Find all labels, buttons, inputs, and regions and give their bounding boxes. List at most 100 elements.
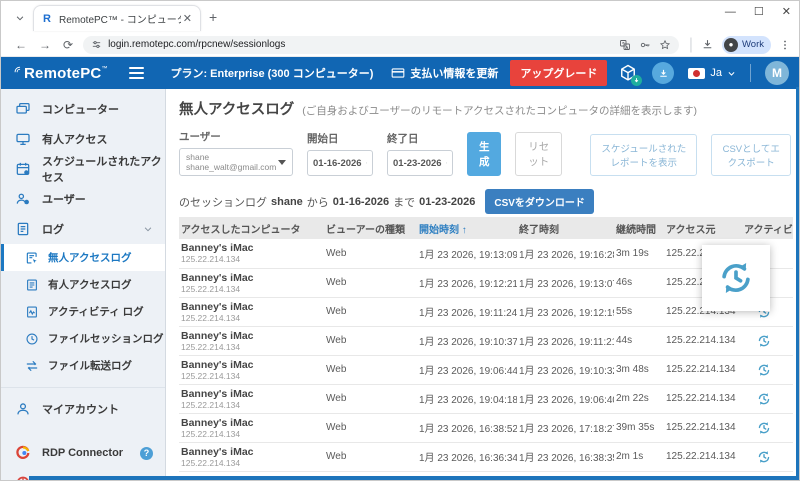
sidebar-item-attended-access[interactable]: 有人アクセス [1, 124, 165, 154]
update-billing-link[interactable]: 支払い情報を更新 [391, 65, 498, 81]
calendar-icon [16, 162, 30, 175]
profile-name: Work [742, 39, 764, 50]
end-date-input[interactable]: 01-23-2026 [387, 150, 453, 176]
activity-icon-popup[interactable] [702, 245, 770, 311]
download-badge-icon [631, 75, 643, 86]
logs-icon [17, 222, 29, 236]
user-select-dropdown[interactable]: shane shane_walt@gmail.com [179, 148, 293, 176]
sidebar-item-unattended-access-log[interactable]: 無人アクセスログ [1, 244, 165, 271]
address-bar[interactable]: login.remotepc.com/rpcnew/sessionlogs [83, 35, 679, 54]
browser-menu-icon[interactable] [779, 39, 791, 51]
browser-profile-button[interactable]: ● Work [722, 35, 771, 54]
computers-icon [16, 103, 30, 114]
rdp-help-icon[interactable]: ? [140, 446, 153, 460]
col-duration: 継続時間 [614, 217, 664, 239]
summary-user: shane [271, 195, 303, 208]
translate-icon[interactable] [619, 39, 631, 51]
table-row: Banney's iMac125.22.214.134 Web 1月 23 20… [179, 297, 793, 327]
menu-hamburger-icon[interactable] [129, 67, 145, 79]
back-icon[interactable]: ← [15, 38, 27, 52]
window-maximize-icon[interactable]: ☐ [754, 5, 764, 18]
remotepc-logo[interactable]: RemotePC ™ [13, 65, 107, 82]
account-person-icon [17, 403, 29, 415]
clock-icon [26, 332, 38, 345]
download-csv-button[interactable]: CSVをダウンロード [485, 189, 594, 214]
site-settings-icon[interactable] [91, 39, 102, 50]
table-row: Banney's iMac125.22.214.134 Web 1月 23 20… [179, 413, 793, 443]
sidebar-item-rdp-connector[interactable]: RDP Connector ? [1, 438, 165, 468]
rdp-connector-icon [16, 445, 30, 459]
start-date-input[interactable]: 01-16-2026 [307, 150, 373, 176]
activity-history-icon[interactable] [756, 449, 772, 465]
window-close-icon[interactable]: ✕ [782, 5, 791, 18]
download-app-button[interactable] [652, 62, 675, 84]
sidebar-item-activity-log[interactable]: アクティビティ ログ [1, 298, 165, 325]
activity-history-icon[interactable] [756, 420, 772, 436]
col-computer: アクセスしたコンピュータ [179, 217, 324, 239]
table-row: Banney's iMac125.22.214.134 Web 1月 23 20… [179, 326, 793, 356]
bookmark-star-icon[interactable] [659, 39, 671, 51]
page-bottom-edge-bar [29, 476, 799, 480]
browser-window: R RemotePC™ - コンピューター ✕ + — ☐ ✕ ← → ⟳ lo… [0, 0, 800, 481]
chevron-down-icon [144, 227, 152, 232]
chevron-down-icon [728, 71, 735, 76]
summary-from-date: 01-16-2026 [332, 195, 390, 208]
deploy-package-button[interactable] [618, 63, 643, 86]
export-csv-button[interactable]: CSVとしてエクスポート [711, 134, 792, 176]
new-tab-button[interactable]: + [209, 9, 217, 25]
col-viewer: ビューアーの種類 [324, 217, 417, 239]
app-header: RemotePC ™ プラン: Enterprise (300 コンピューター)… [1, 57, 799, 89]
window-minimize-icon[interactable]: — [725, 6, 736, 18]
users-icon [16, 193, 29, 205]
plan-label: プラン: Enterprise (300 コンピューター) [170, 68, 374, 80]
page-subtitle: (ご自身およびユーザーのリモートアクセスされたコンピュータの詳細を表示します) [302, 105, 698, 117]
sidebar-item-computers[interactable]: コンピューター [1, 94, 165, 124]
browser-tab[interactable]: R RemotePC™ - コンピューター ✕ [33, 5, 201, 31]
calendar-icon [445, 162, 447, 164]
sort-ascending-icon: ↑ [461, 224, 467, 236]
col-start-time[interactable]: 開始時刻 ↑ [417, 217, 517, 239]
sidebar-item-file-transfer-log[interactable]: ファイル転送ログ [1, 352, 165, 379]
col-end-time: 終了時刻 [517, 217, 614, 239]
sidebar-item-attended-access-log[interactable]: 有人アクセスログ [1, 271, 165, 298]
table-row: Banney's iMac125.22.214.134 Web 1月 23 20… [179, 355, 793, 385]
table-row: Banney's iMac125.22.214.134 Web 1月 23 20… [179, 384, 793, 414]
reset-button[interactable]: リセット [515, 132, 563, 176]
downloads-icon[interactable] [701, 38, 714, 51]
sidebar-item-file-session-log[interactable]: ファイルセッションログ [1, 325, 165, 352]
download-icon [660, 69, 667, 77]
sidebar-divider [1, 387, 165, 388]
user-avatar[interactable]: M [765, 61, 789, 85]
sidebar-item-users[interactable]: ユーザー [1, 184, 165, 214]
tab-close-icon[interactable]: ✕ [181, 12, 194, 25]
attended-access-icon [16, 133, 30, 145]
view-scheduled-reports-button[interactable]: スケジュールされたレポートを表示 [590, 134, 698, 176]
generate-button[interactable]: 生成 [467, 132, 502, 176]
language-label: Ja [710, 67, 722, 79]
sidebar-item-scheduled-access[interactable]: スケジュールされたアクセス [1, 154, 165, 184]
japan-flag-icon [688, 67, 706, 79]
activity-history-icon[interactable] [756, 391, 772, 407]
attended-log-icon [27, 278, 37, 291]
table-row: Banney's iMac125.22.214.134 Web 1月 23 20… [179, 442, 793, 472]
selected-user-email: shane_walt@gmail.com [186, 162, 277, 172]
table-row: Banney's iMac125.22.214.134 Web 1月 23 20… [179, 268, 793, 298]
browser-urlbar: ← → ⟳ login.remotepc.com/rpcnew/sessionl… [1, 33, 799, 57]
language-selector[interactable]: Ja [688, 67, 736, 79]
calendar-icon [365, 162, 367, 164]
main-content: 無人アクセスログ (ご自身およびユーザーのリモートアクセスされたコンピュータの詳… [167, 89, 799, 480]
password-key-icon[interactable] [639, 39, 651, 51]
selected-user-name: shane [186, 152, 210, 162]
sidebar-item-logs[interactable]: ログ [1, 214, 165, 244]
table-row: Banney's iMac125.22.214.134 Web 1月 23 20… [179, 239, 793, 269]
filter-bar: ユーザー shane shane_walt@gmail.com 開始日 01-1… [179, 129, 792, 176]
reload-icon[interactable]: ⟳ [63, 38, 73, 52]
signal-arcs-icon [14, 66, 21, 72]
url-text: login.remotepc.com/rpcnew/sessionlogs [108, 39, 286, 50]
activity-history-icon[interactable] [756, 362, 772, 378]
forward-icon[interactable]: → [39, 38, 51, 52]
sidebar-item-my-account[interactable]: マイアカウント [1, 394, 165, 424]
activity-history-icon[interactable] [756, 333, 772, 349]
upgrade-button[interactable]: アップグレード [510, 60, 608, 86]
tab-search-icon[interactable] [11, 9, 29, 27]
